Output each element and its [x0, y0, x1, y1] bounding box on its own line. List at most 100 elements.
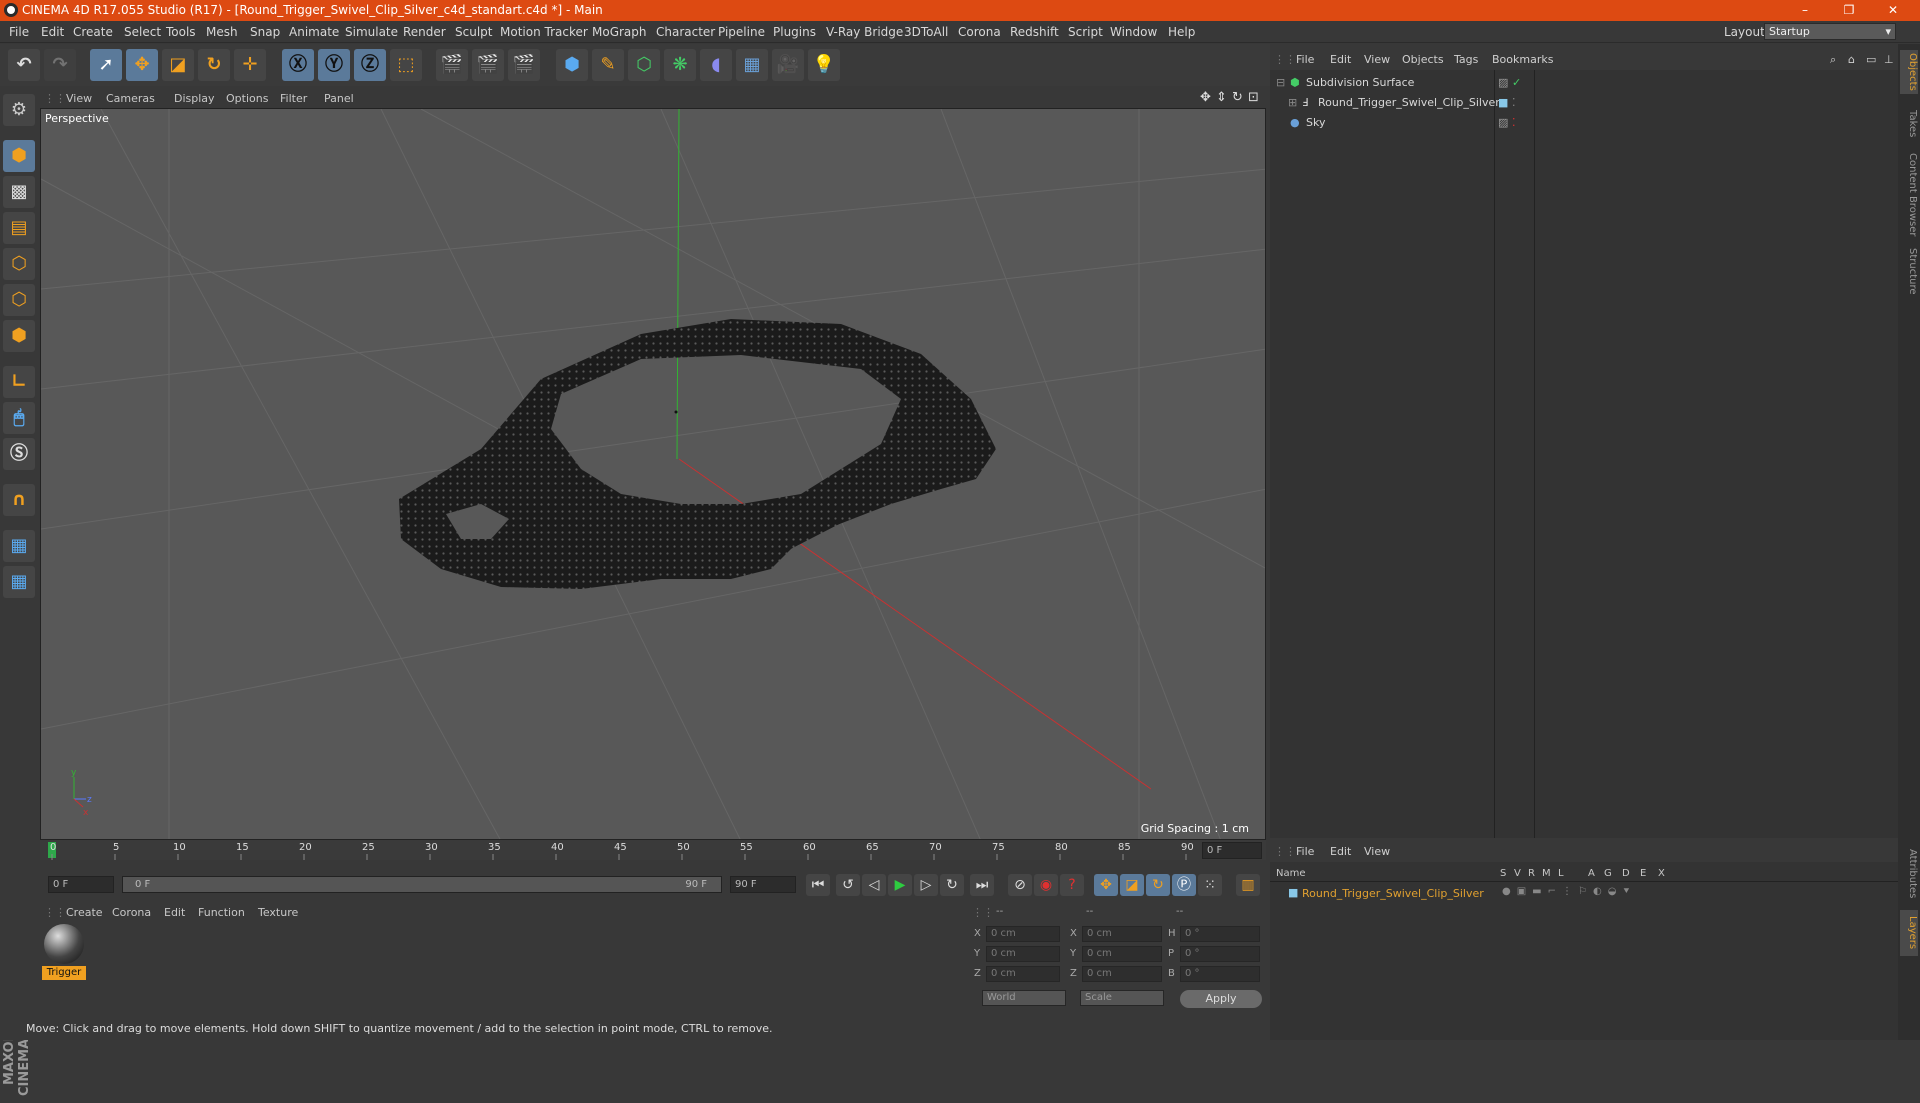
render-settings-button[interactable]: 🎬: [508, 49, 540, 81]
menu-animate[interactable]: Animate: [289, 25, 339, 39]
home-icon[interactable]: ⌂: [1848, 53, 1855, 66]
key-pla-button[interactable]: ⁙: [1198, 874, 1222, 896]
material-menu-edit[interactable]: Edit: [164, 906, 185, 919]
viewport-zoom-icon[interactable]: ⇕: [1216, 90, 1227, 105]
edges-mode-button[interactable]: ⬡: [3, 284, 35, 316]
floor-button[interactable]: ▦: [736, 49, 768, 81]
go-to-start-button[interactable]: ⏮: [806, 874, 830, 896]
move-tool-button[interactable]: ✥: [126, 49, 158, 81]
viewport-maximize-icon[interactable]: ⊡: [1248, 90, 1259, 105]
magnet-button[interactable]: ∩: [3, 484, 35, 516]
frame-range-slider[interactable]: 0 F 90 F: [122, 876, 722, 893]
collapse-icon[interactable]: ⊟: [1276, 76, 1285, 89]
menu-plugins[interactable]: Plugins: [773, 25, 816, 39]
tab-layers[interactable]: Layers: [1900, 910, 1918, 956]
menu-create[interactable]: Create: [73, 25, 113, 39]
end-frame-field[interactable]: 90 F: [730, 876, 796, 893]
autokey-button[interactable]: ◉: [1034, 874, 1058, 896]
menu-file[interactable]: File: [9, 25, 29, 39]
edit-visibility-icon[interactable]: ▨: [1498, 76, 1508, 89]
viewport-menu-view[interactable]: View: [66, 92, 92, 105]
previous-frame-button[interactable]: ◁: [862, 874, 886, 896]
menu-snap[interactable]: Snap: [250, 25, 280, 39]
size-z-field[interactable]: 0 cm: [1082, 966, 1162, 982]
texture-mode-button[interactable]: ▩: [3, 176, 35, 208]
render-view-button[interactable]: 🎬: [436, 49, 468, 81]
key-scale-button[interactable]: ◪: [1120, 874, 1144, 896]
expand-icon[interactable]: ⊞: [1288, 96, 1297, 109]
rotation-p-field[interactable]: 0 °: [1180, 946, 1260, 962]
menu-sculpt[interactable]: Sculpt: [455, 25, 492, 39]
objects-menu-tags[interactable]: Tags: [1454, 53, 1478, 66]
objects-menu-objects[interactable]: Objects: [1402, 53, 1444, 66]
layer-color-icon[interactable]: ■: [1498, 96, 1508, 109]
menu-mesh[interactable]: Mesh: [206, 25, 238, 39]
menu-corona[interactable]: Corona: [958, 25, 1001, 39]
pen-spline-button[interactable]: ✎: [592, 49, 624, 81]
cube-object-button[interactable]: ⬢: [556, 49, 588, 81]
minimize-button[interactable]: –: [1790, 2, 1820, 19]
subdivision-surface-button[interactable]: ⬡: [628, 49, 660, 81]
material-menu-create[interactable]: Create: [66, 906, 103, 919]
polygons-mode-button[interactable]: ⬢: [3, 320, 35, 352]
workplane-mode-button[interactable]: ▤: [3, 212, 35, 244]
visibility-dots-icon[interactable]: ⁚: [1512, 96, 1516, 109]
live-selection-button[interactable]: ➚: [90, 49, 122, 81]
close-button[interactable]: ✕: [1878, 2, 1908, 19]
menu-select[interactable]: Select: [124, 25, 161, 39]
layout-select[interactable]: Startup ▾: [1764, 23, 1896, 40]
model-mode-button[interactable]: ⬢: [3, 140, 35, 172]
viewport-menu-filter[interactable]: Filter: [280, 92, 307, 105]
apply-button[interactable]: Apply: [1180, 990, 1262, 1008]
material-menu-function[interactable]: Function: [198, 906, 245, 919]
restore-button[interactable]: ❐: [1834, 2, 1864, 19]
menu-mograph[interactable]: MoGraph: [592, 25, 647, 39]
scale-tool-button[interactable]: ◪: [162, 49, 194, 81]
menu-script[interactable]: Script: [1068, 25, 1103, 39]
search-icon[interactable]: ⌕: [1830, 53, 1836, 67]
viewport-menu-cameras[interactable]: Cameras: [106, 92, 155, 105]
enabled-check-icon[interactable]: ✓: [1512, 76, 1521, 89]
menu-motion-tracker[interactable]: Motion Tracker: [500, 25, 588, 39]
tab-objects[interactable]: Objects: [1900, 50, 1918, 94]
deformer-button[interactable]: ◖: [700, 49, 732, 81]
layers-menu-view[interactable]: View: [1364, 845, 1390, 858]
current-frame-field[interactable]: 0 F: [1202, 842, 1262, 859]
menu-pipeline[interactable]: Pipeline: [718, 25, 765, 39]
viewport-menu-panel[interactable]: Panel: [324, 92, 354, 105]
coordinate-system-button[interactable]: ⬚: [390, 49, 422, 81]
objects-menu-bookmarks[interactable]: Bookmarks: [1492, 53, 1553, 66]
y-axis-lock-button[interactable]: Ⓨ: [318, 49, 350, 81]
menu-render[interactable]: Render: [403, 25, 446, 39]
menu-help[interactable]: Help: [1168, 25, 1195, 39]
new-view-icon[interactable]: ▭: [1866, 53, 1876, 66]
viewport-menu-display[interactable]: Display: [174, 92, 215, 105]
menu-simulate[interactable]: Simulate: [345, 25, 398, 39]
viewport-rotate-icon[interactable]: ↻: [1232, 90, 1243, 105]
objects-menu-file[interactable]: File: [1296, 53, 1314, 66]
start-frame-field[interactable]: 0 F: [48, 876, 114, 893]
go-to-end-button[interactable]: ⏭: [970, 874, 994, 896]
object-row-round-trigger[interactable]: ⊞ Ⅎ Round_Trigger_Swivel_Clip_Silver ■ ⁚: [1270, 92, 1898, 112]
next-key-button[interactable]: ↻: [940, 874, 964, 896]
tab-takes[interactable]: Takes: [1900, 104, 1918, 144]
snap-button[interactable]: Ⓢ: [3, 438, 35, 470]
pin-icon[interactable]: ⊥: [1884, 53, 1894, 66]
transform-tool-button[interactable]: ✛: [234, 49, 266, 81]
rotation-h-field[interactable]: 0 °: [1180, 926, 1260, 942]
coordinate-space-select[interactable]: World: [982, 990, 1066, 1006]
menu-character[interactable]: Character: [656, 25, 715, 39]
position-y-field[interactable]: 0 cm: [986, 946, 1060, 962]
light-button[interactable]: 💡: [808, 49, 840, 81]
menu-tools[interactable]: Tools: [166, 25, 196, 39]
rotate-tool-button[interactable]: ↻: [198, 49, 230, 81]
tab-attributes[interactable]: Attributes: [1900, 844, 1918, 904]
tweak-mode-button[interactable]: 🖱: [3, 402, 35, 434]
visibility-dots-icon[interactable]: ⁚: [1512, 116, 1516, 129]
points-mode-button[interactable]: ⬡: [3, 248, 35, 280]
planar-workplane-button[interactable]: ▦: [3, 566, 35, 598]
position-x-field[interactable]: 0 cm: [986, 926, 1060, 942]
layers-menu-edit[interactable]: Edit: [1330, 845, 1351, 858]
size-y-field[interactable]: 0 cm: [1082, 946, 1162, 962]
next-frame-button[interactable]: ▷: [914, 874, 938, 896]
